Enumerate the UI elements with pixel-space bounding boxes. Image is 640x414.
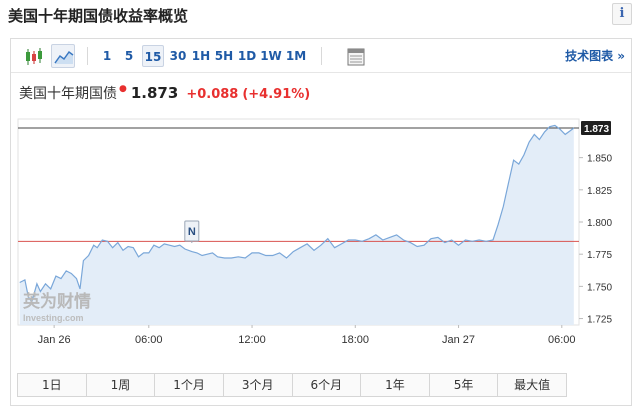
y-tick-label: 1.850 bbox=[587, 154, 612, 165]
x-tick-label: 06:00 bbox=[548, 334, 576, 346]
last-value-label: 1.873 bbox=[584, 124, 609, 135]
range-1w[interactable]: 1周 bbox=[86, 374, 156, 396]
x-tick-label: Jan 26 bbox=[38, 334, 71, 346]
watermark-logo: 英为财情 bbox=[23, 291, 91, 312]
range-selector: 1日 1周 1个月 3个月 6个月 1年 5年 最大值 bbox=[17, 373, 567, 397]
y-tick-label: 1.800 bbox=[587, 218, 612, 229]
y-tick-label: 1.725 bbox=[587, 315, 612, 326]
x-tick-label: 12:00 bbox=[238, 334, 266, 346]
x-tick-label: Jan 27 bbox=[442, 334, 475, 346]
range-5y[interactable]: 5年 bbox=[429, 374, 499, 396]
range-3m[interactable]: 3个月 bbox=[223, 374, 293, 396]
range-1y[interactable]: 1年 bbox=[361, 374, 430, 396]
info-icon[interactable]: i bbox=[612, 3, 632, 25]
x-tick-label: 06:00 bbox=[135, 334, 163, 346]
range-max[interactable]: 最大值 bbox=[498, 374, 566, 396]
news-marker-label: N bbox=[188, 226, 196, 238]
page-title: 美国十年期国债收益率概览 bbox=[8, 7, 189, 25]
y-tick-label: 1.750 bbox=[587, 282, 612, 293]
y-tick-label: 1.775 bbox=[587, 250, 612, 261]
yield-chart[interactable]: 1.725 1.750 1.775 1.800 1.825 1.850 1.873 Jan 2… bbox=[11, 39, 631, 369]
chart-widget: 1 5 15 30 1H 5H 1D 1W 1M 技术图表 » 美国十年期国债 ●… bbox=[10, 38, 632, 406]
y-tick-label: 1.825 bbox=[587, 186, 612, 197]
range-1m[interactable]: 1个月 bbox=[155, 374, 224, 396]
x-tick-label: 18:00 bbox=[342, 334, 370, 346]
watermark-subtext: Investing.com bbox=[23, 313, 84, 323]
range-6m[interactable]: 6个月 bbox=[292, 374, 362, 396]
range-1d[interactable]: 1日 bbox=[18, 374, 87, 396]
